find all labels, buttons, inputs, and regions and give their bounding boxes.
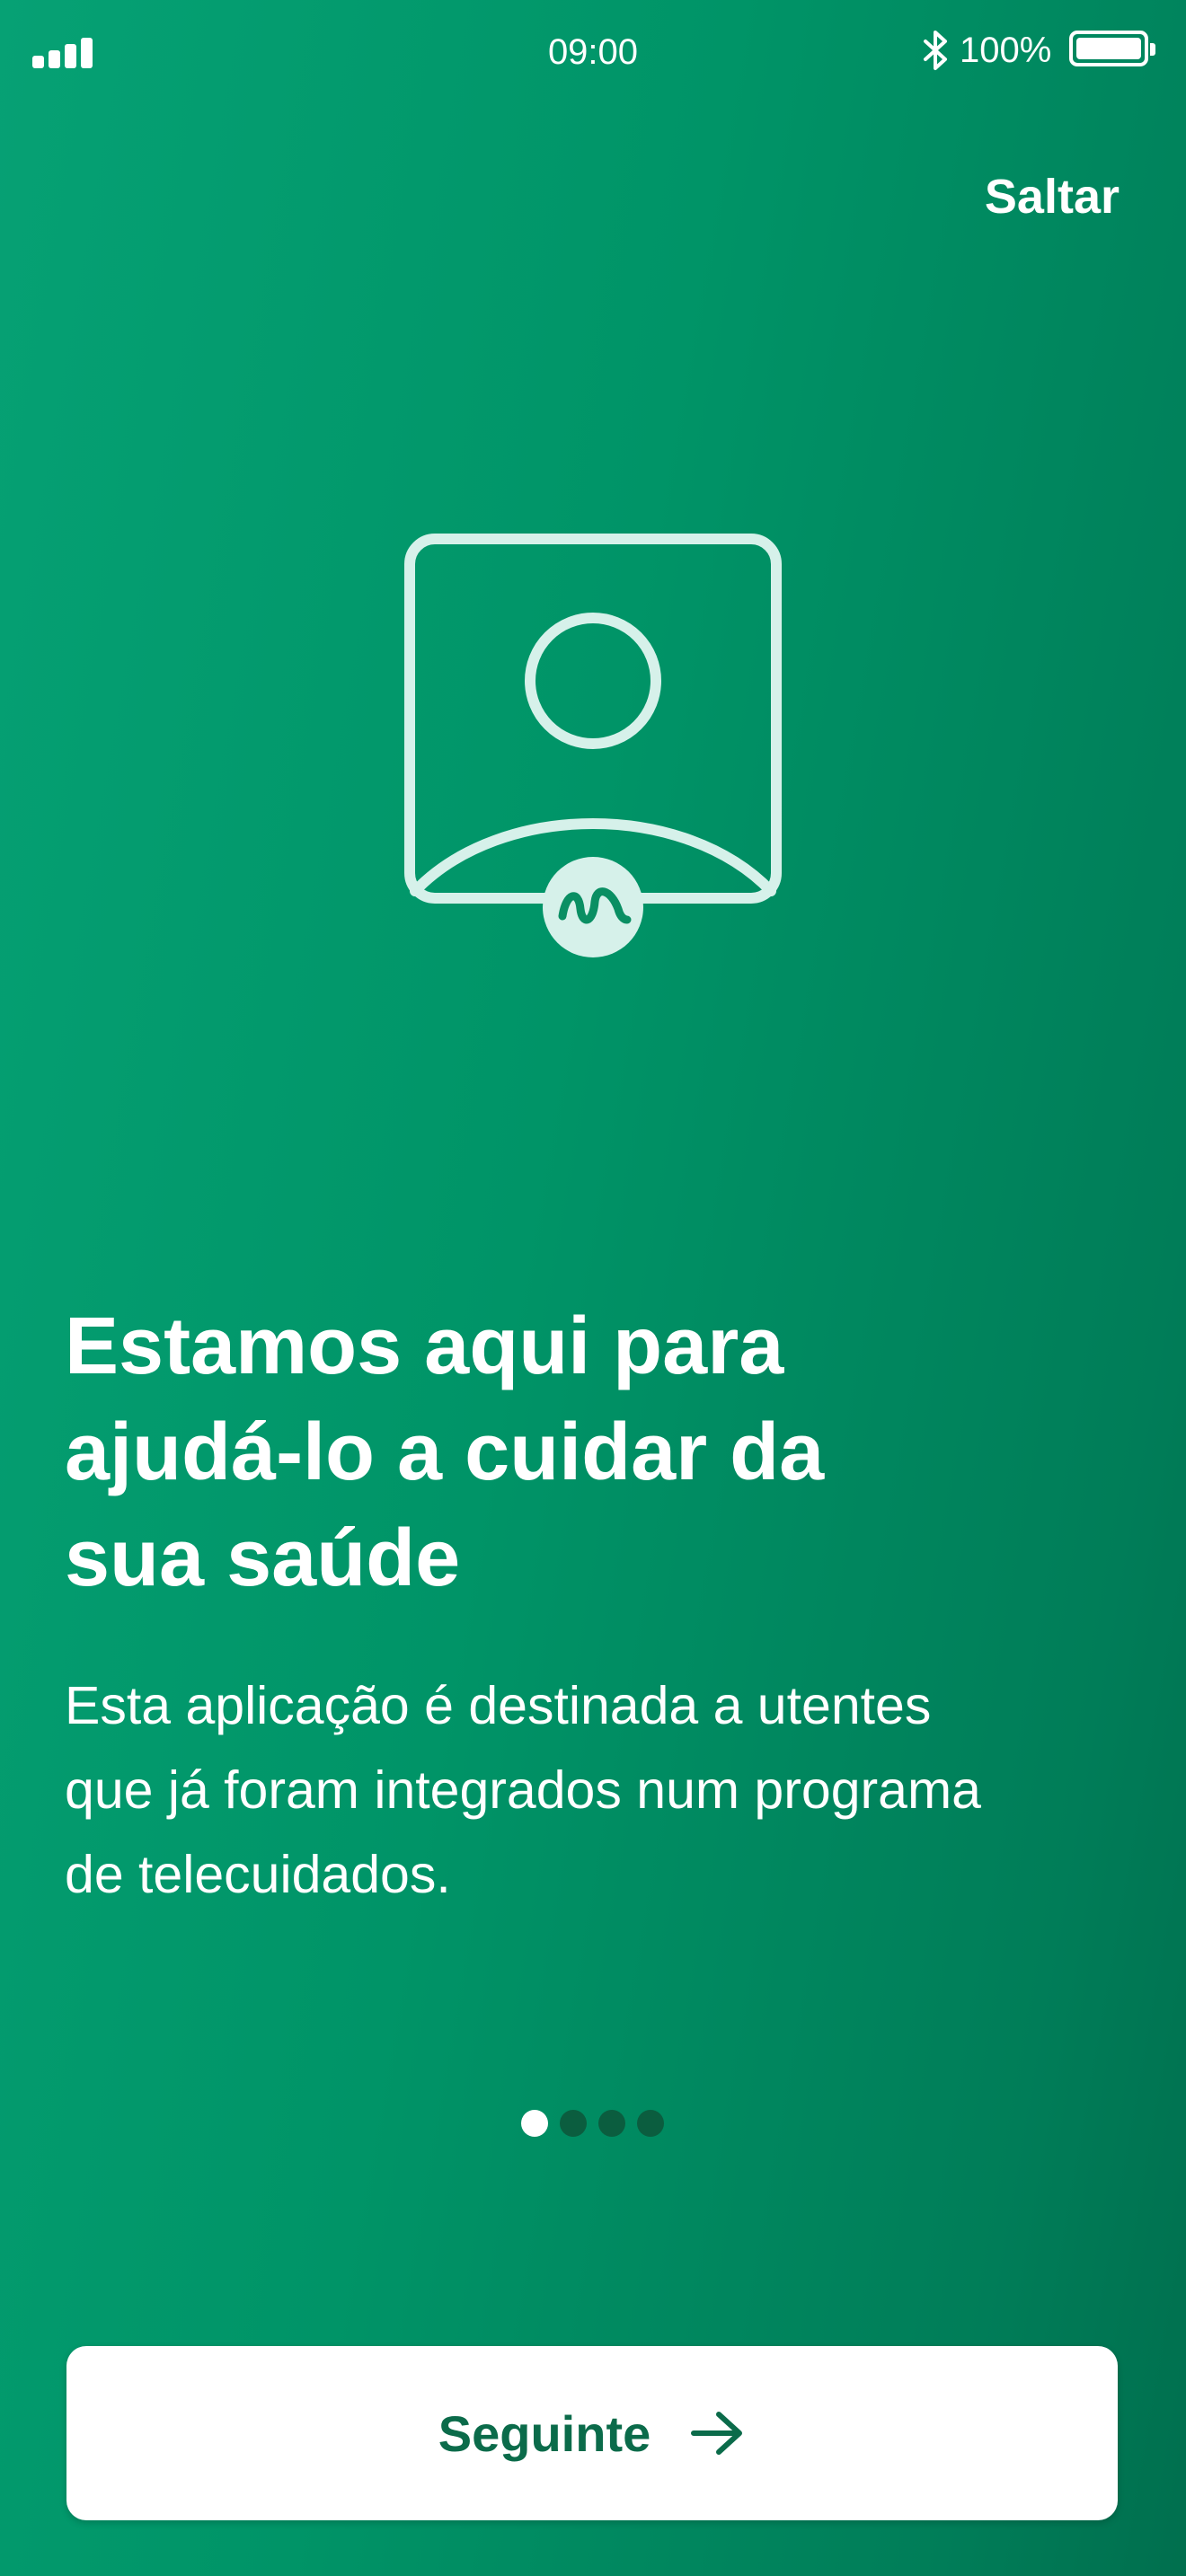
onboarding-screen: 09:00 100% Saltar Estamos aqui para ajud… xyxy=(0,0,1186,2576)
page-indicator xyxy=(521,2110,665,2139)
bluetooth-icon xyxy=(924,31,947,70)
arrow-right-icon xyxy=(691,2412,743,2455)
status-time: 09:00 xyxy=(547,32,639,72)
battery-percentage: 100% xyxy=(960,31,1052,70)
skip-button[interactable]: Saltar xyxy=(985,169,1120,225)
status-bar: 09:00 100% xyxy=(0,0,1186,99)
next-button-label: Seguinte xyxy=(438,2404,651,2462)
patient-profile-icon xyxy=(404,534,782,957)
description-line: que já foram integrados num programa xyxy=(65,1760,981,1820)
headline-line: Estamos aqui para xyxy=(65,1301,784,1391)
next-button[interactable]: Seguinte xyxy=(66,2346,1118,2520)
page-dot-3[interactable] xyxy=(598,2110,625,2137)
page-dot-2[interactable] xyxy=(560,2110,587,2137)
description-line: Esta aplicação é destinada a utentes xyxy=(65,1676,932,1735)
brand-m-badge-icon xyxy=(543,857,643,957)
headline-line: sua saúde xyxy=(65,1513,461,1603)
description-line: de telecuidados. xyxy=(65,1845,451,1904)
page-dot-1[interactable] xyxy=(521,2110,548,2137)
signal-icon xyxy=(32,36,95,68)
page-dot-4[interactable] xyxy=(637,2110,664,2137)
onboarding-description: Esta aplicação é destinada a utentes que… xyxy=(65,1663,1107,1917)
headline-line: ajudá-lo a cuidar da xyxy=(65,1407,825,1497)
battery-icon xyxy=(1069,31,1155,66)
onboarding-headline: Estamos aqui para ajudá-lo a cuidar da s… xyxy=(65,1293,1053,1611)
